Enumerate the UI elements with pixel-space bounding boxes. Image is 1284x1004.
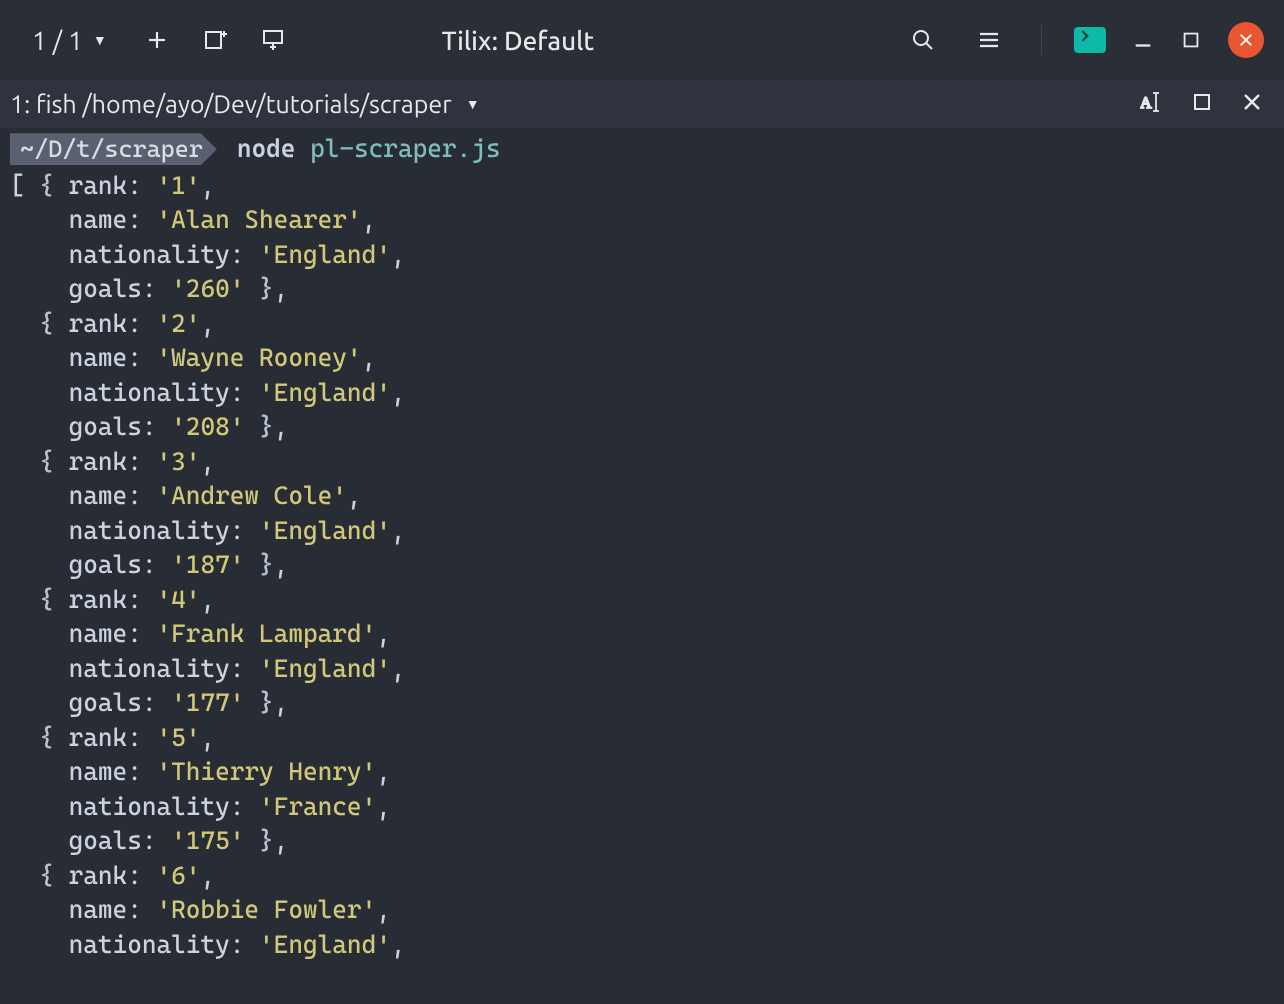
terminal-pane[interactable]: ~/D/t/scraper node pl-scraper.js [ { ran… [0, 128, 1284, 962]
session-counter[interactable]: 1 / 1 ▼ [20, 20, 119, 61]
window-title: Tilix: Default [141, 26, 895, 55]
search-button[interactable] [903, 20, 943, 60]
chevron-down-icon: ▼ [93, 32, 107, 48]
divider [1041, 25, 1042, 55]
tab-title-text: 1: fish /home/ayo/Dev/tutorials/scraper [10, 90, 452, 118]
hamburger-menu-button[interactable] [969, 20, 1009, 60]
chevron-down-icon: ▼ [466, 96, 480, 112]
pane-close-button[interactable] [1240, 90, 1264, 118]
command-binary: node [237, 134, 296, 163]
close-button[interactable] [1228, 22, 1264, 58]
titlebar-right [903, 20, 1264, 60]
prompt-line: ~/D/t/scraper node pl-scraper.js [10, 132, 1274, 167]
pane-maximize-button[interactable] [1190, 90, 1214, 118]
terminal-app-icon [1074, 27, 1106, 53]
command-argument: pl-scraper.js [310, 134, 500, 163]
session-counter-label: 1 / 1 [32, 26, 83, 55]
svg-text:A: A [1140, 95, 1152, 112]
tab-controls: A [1140, 90, 1274, 118]
tab-bar: 1: fish /home/ayo/Dev/tutorials/scraper … [0, 80, 1284, 128]
tab-title[interactable]: 1: fish /home/ayo/Dev/tutorials/scraper … [10, 90, 480, 118]
titlebar: 1 / 1 ▼ Tilix: Default [0, 0, 1284, 80]
command: node pl-scraper.js [237, 132, 501, 167]
terminal-output: [ { rank: '1', name: 'Alan Shearer', nat… [10, 169, 1274, 963]
minimize-button[interactable] [1132, 29, 1154, 51]
prompt-path-badge: ~/D/t/scraper [10, 133, 217, 165]
maximize-button[interactable] [1180, 29, 1202, 51]
input-mode-button[interactable]: A [1140, 90, 1164, 118]
